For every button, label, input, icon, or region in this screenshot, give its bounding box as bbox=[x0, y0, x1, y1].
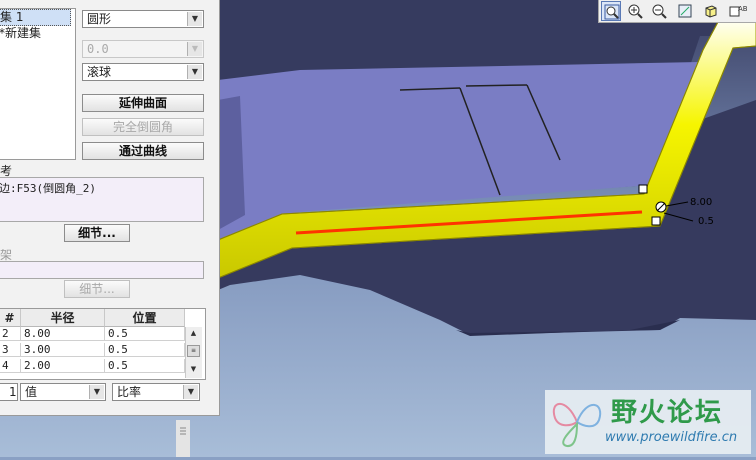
column-header-position: 位置 bbox=[105, 309, 185, 327]
chevron-down-icon: ▼ bbox=[187, 12, 202, 26]
bottom-index-field[interactable]: 1 bbox=[0, 383, 18, 401]
sets-list[interactable]: 集 1 *新建集 bbox=[0, 8, 76, 160]
column-header-radius: 半径 bbox=[21, 309, 105, 327]
zoom-fit-icon[interactable] bbox=[601, 1, 621, 21]
skeleton-collector[interactable] bbox=[0, 261, 204, 279]
watermark-title: 野火论坛 bbox=[611, 398, 724, 428]
drag-handle-top[interactable] bbox=[638, 184, 648, 194]
type-select-value: 值 bbox=[25, 385, 38, 399]
chevron-down-icon: ▼ bbox=[187, 65, 202, 79]
radius-table[interactable]: # 半径 位置 2 8.00 0.5 3 3.00 0.5 4 2.00 0.5… bbox=[0, 308, 206, 380]
table-cell-radius[interactable]: 8.00 bbox=[21, 327, 105, 341]
scroll-thumb[interactable]: ≡ bbox=[187, 345, 200, 357]
method-select[interactable]: 滚球 ▼ bbox=[82, 63, 204, 81]
column-header-index: # bbox=[0, 309, 21, 327]
skeleton-details-button[interactable]: 细节... bbox=[64, 280, 130, 298]
chevron-down-icon: ▼ bbox=[187, 42, 202, 56]
table-cell-position[interactable]: 0.5 bbox=[105, 327, 185, 341]
scroll-down-icon[interactable]: ▼ bbox=[187, 365, 200, 373]
type-select[interactable]: 值 ▼ bbox=[20, 383, 106, 401]
table-cell-radius[interactable]: 2.00 bbox=[21, 359, 105, 373]
chevron-down-icon: ▼ bbox=[89, 385, 104, 399]
position-value-tag[interactable]: 0.5 bbox=[698, 216, 714, 227]
through-curve-button[interactable]: 通过曲线 bbox=[82, 142, 204, 160]
list-item[interactable]: *新建集 bbox=[0, 26, 75, 41]
table-cell-radius[interactable]: 3.00 bbox=[21, 343, 105, 357]
references-collector[interactable]: 边:F53(倒圆角_2) bbox=[0, 177, 204, 222]
svg-text:AB: AB bbox=[738, 5, 747, 13]
value-select-value: 0.0 bbox=[87, 42, 109, 56]
shape-select-value: 圆形 bbox=[87, 12, 112, 26]
table-scrollbar[interactable]: ▲ ≡ ▼ bbox=[185, 327, 202, 378]
watermark-url: www.proewildfire.cn bbox=[605, 430, 738, 445]
list-item[interactable]: 集 1 bbox=[0, 9, 71, 26]
butterfly-logo-icon bbox=[552, 403, 602, 448]
chevron-down-icon: ▼ bbox=[183, 385, 198, 399]
site-watermark: 野火论坛 www.proewildfire.cn bbox=[545, 390, 751, 454]
scroll-up-icon[interactable]: ▲ bbox=[187, 329, 200, 337]
details-button[interactable]: 细节... bbox=[64, 224, 130, 242]
mode-select[interactable]: 比率 ▼ bbox=[112, 383, 200, 401]
round-sets-panel: 集 1 *新建集 圆形 ▼ 0.0 ▼ 滚球 ▼ 延伸曲面 完全倒圆角 通过曲线… bbox=[0, 0, 220, 416]
zoom-out-icon[interactable] bbox=[649, 1, 669, 21]
table-cell-position[interactable]: 0.5 bbox=[105, 343, 185, 357]
table-cell-index: 2 bbox=[0, 327, 21, 341]
radius-value-tag[interactable]: 8.00 bbox=[690, 197, 712, 208]
value-select[interactable]: 0.0 ▼ bbox=[82, 40, 204, 58]
method-select-value: 滚球 bbox=[87, 65, 112, 79]
view-toolbar: AB bbox=[598, 0, 756, 23]
table-cell-index: 4 bbox=[0, 359, 21, 373]
table-cell-index: 3 bbox=[0, 343, 21, 357]
bottom-index-value: 1 bbox=[9, 385, 17, 399]
zoom-in-icon[interactable] bbox=[625, 1, 645, 21]
repaint-icon[interactable] bbox=[675, 1, 695, 21]
shape-select[interactable]: 圆形 ▼ bbox=[82, 10, 204, 28]
mode-select-value: 比率 bbox=[117, 385, 142, 399]
references-value: 边:F53(倒圆角_2) bbox=[0, 182, 96, 195]
saved-views-icon[interactable]: AB bbox=[727, 1, 747, 21]
groove-line-3 bbox=[465, 84, 528, 87]
drag-handle-bottom[interactable] bbox=[651, 216, 661, 226]
full-round-button[interactable]: 完全倒圆角 bbox=[82, 118, 204, 136]
extend-surfaces-button[interactable]: 延伸曲面 bbox=[82, 94, 204, 112]
view-orientation-icon[interactable] bbox=[701, 1, 721, 21]
panel-resize-grip[interactable] bbox=[176, 420, 190, 457]
table-cell-position[interactable]: 0.5 bbox=[105, 359, 185, 373]
